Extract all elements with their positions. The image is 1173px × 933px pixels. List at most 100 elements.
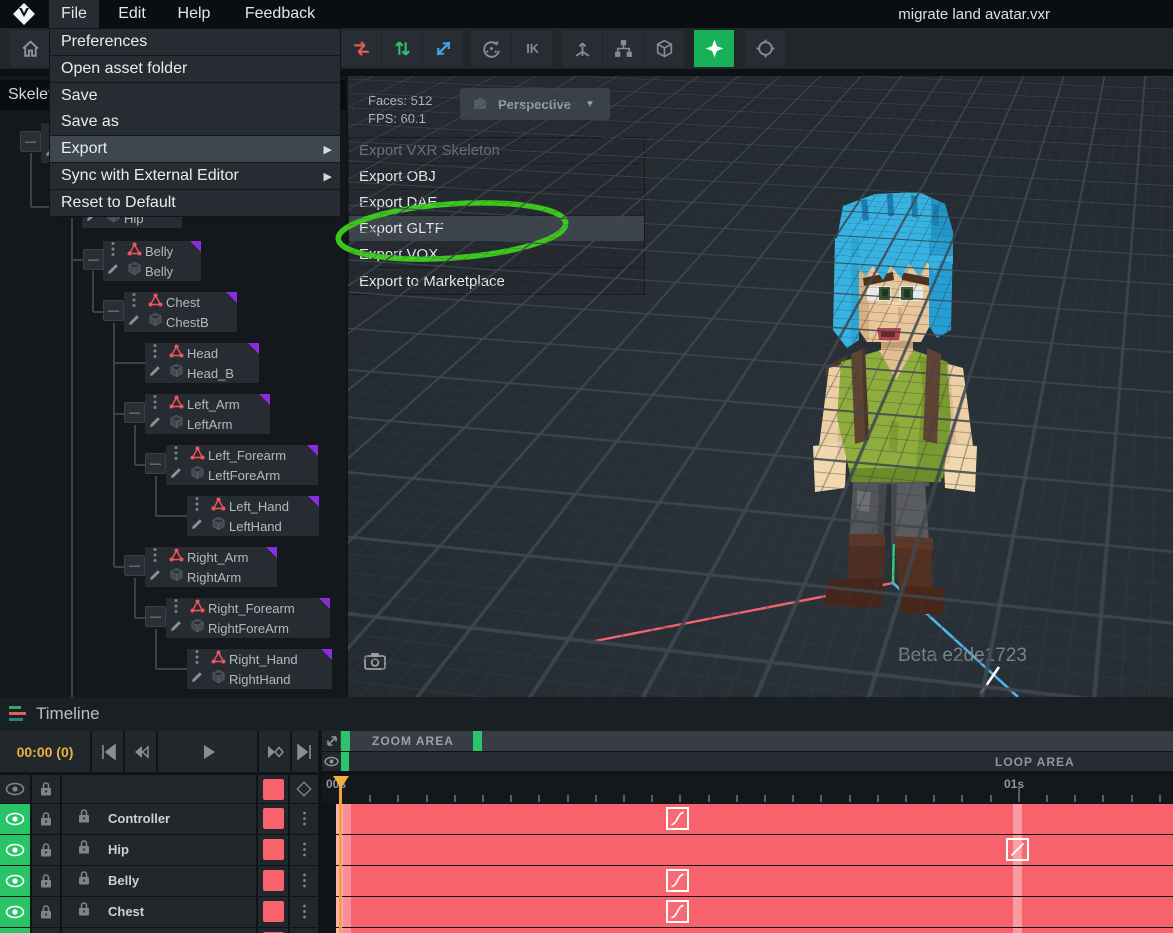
bone-lock-icon[interactable]	[77, 808, 91, 829]
skip-start-button[interactable]	[92, 731, 123, 772]
bone-row[interactable]: Chest	[124, 292, 237, 312]
mesh-row[interactable]: RightHand	[187, 669, 332, 689]
loop-eye-cell[interactable]	[322, 752, 340, 771]
track-menu-button[interactable]	[290, 804, 318, 834]
export-submenu-item-export-vox[interactable]: Export VOX	[349, 242, 644, 268]
screenshot-camera-icon[interactable]	[364, 652, 386, 670]
tree-node-right_hand[interactable]: Right_HandRightHand	[187, 649, 332, 689]
tree-node-left_forearm[interactable]: Left_ForearmLeftForeArm	[166, 445, 318, 485]
cube-button[interactable]	[644, 30, 684, 67]
menubar-item-feedback[interactable]: Feedback	[230, 0, 330, 28]
track-color-swatch[interactable]	[263, 870, 284, 891]
track-eye-toggle[interactable]	[0, 866, 30, 896]
tree-node-left_hand[interactable]: Left_HandLeftHand	[187, 496, 319, 536]
keyframe-curve-icon[interactable]	[666, 807, 689, 830]
mesh-row[interactable]: LeftForeArm	[166, 465, 318, 485]
header-color[interactable]	[258, 775, 288, 803]
track-menu-button[interactable]	[290, 897, 318, 927]
rotate-button[interactable]	[471, 30, 511, 67]
tree-collapse-toggle[interactable]: —	[124, 402, 145, 423]
track-keyframe-bar[interactable]	[336, 866, 1173, 896]
timeline-menu-icon[interactable]	[9, 706, 26, 721]
bone-lock-icon[interactable]	[77, 870, 91, 891]
track-keyframe-bar[interactable]	[336, 835, 1173, 865]
track-menu-button[interactable]	[290, 866, 318, 896]
track-color-swatch[interactable]	[263, 808, 284, 829]
tree-collapse-toggle[interactable]: —	[20, 131, 41, 152]
zoom-handle-right[interactable]	[473, 731, 482, 751]
mesh-row[interactable]: RightArm	[145, 567, 277, 587]
star-button[interactable]	[694, 30, 734, 67]
bone-row[interactable]: Left_Forearm	[166, 445, 318, 465]
pivot-button[interactable]	[562, 30, 602, 67]
track-lock-toggle[interactable]	[32, 866, 60, 896]
export-submenu-item-export-to-marketplace[interactable]: Export to Marketplace	[349, 268, 644, 294]
track-keyframe-bar[interactable]	[336, 804, 1173, 834]
playhead-line[interactable]	[339, 779, 342, 933]
tree-collapse-toggle[interactable]: —	[124, 555, 145, 576]
loop-area-row[interactable]: LOOP AREA	[322, 752, 1173, 771]
track-eye-toggle[interactable]	[0, 897, 30, 927]
camera-mode-dropdown[interactable]: Perspective ▼	[460, 88, 610, 120]
bone-row[interactable]: Head	[145, 343, 259, 363]
export-submenu-item-export-gltf[interactable]: Export GLTF	[349, 216, 644, 242]
ik-button[interactable]: IK	[512, 30, 552, 67]
track-color-swatch[interactable]	[263, 839, 284, 860]
tree-node-belly[interactable]: BellyBelly	[103, 241, 201, 281]
mesh-row[interactable]: LeftHand	[187, 516, 319, 536]
diagonal-arrows-button[interactable]	[423, 30, 463, 67]
bone-row[interactable]: Left_Arm	[145, 394, 270, 414]
file-menu-item-sync-with-external-editor[interactable]: Sync with External Editor▶	[50, 163, 340, 189]
tree-node-left_arm[interactable]: Left_ArmLeftArm	[145, 394, 270, 434]
track-lock-toggle[interactable]	[32, 804, 60, 834]
file-menu-item-reset-to-default[interactable]: Reset to Default	[50, 190, 340, 216]
track-color-swatch[interactable]	[263, 779, 284, 800]
menubar-item-file[interactable]: File	[49, 0, 99, 28]
app-logo-icon[interactable]	[12, 2, 36, 26]
track-lock-toggle[interactable]	[32, 835, 60, 865]
prev-keyframe-button[interactable]	[125, 731, 156, 772]
file-menu-item-open-asset-folder[interactable]: Open asset folder	[50, 56, 340, 82]
menubar-item-help[interactable]: Help	[166, 0, 222, 28]
tree-collapse-toggle[interactable]: —	[145, 453, 166, 474]
playhead-handle[interactable]	[333, 776, 349, 788]
bone-row[interactable]: Right_Arm	[145, 547, 277, 567]
tree-collapse-toggle[interactable]: —	[103, 300, 124, 321]
avatar-3d-model[interactable]	[791, 190, 991, 620]
sort-vertical-button[interactable]	[382, 30, 422, 67]
tree-collapse-toggle[interactable]: —	[83, 249, 104, 270]
mesh-row[interactable]: ChestB	[124, 312, 237, 332]
export-submenu-item-export-dae[interactable]: Export DAE	[349, 190, 644, 216]
export-submenu-item-export-obj[interactable]: Export OBJ	[349, 164, 644, 190]
zoom-area-row[interactable]: ZOOM AREA	[322, 731, 1173, 751]
mesh-row[interactable]: RightForeArm	[166, 618, 330, 638]
loop-handle-left[interactable]	[341, 752, 349, 771]
track-lock-toggle[interactable]	[32, 897, 60, 927]
swap-horizontal-button[interactable]	[341, 30, 381, 67]
track-eye-toggle[interactable]	[0, 928, 30, 933]
bone-lock-icon[interactable]	[77, 901, 91, 922]
bone-row[interactable]: Right_Forearm	[166, 598, 330, 618]
tree-node-chest[interactable]: ChestChestB	[124, 292, 237, 332]
header-lock[interactable]	[32, 775, 60, 803]
track-eye-toggle[interactable]	[0, 804, 30, 834]
hierarchy-button[interactable]	[603, 30, 643, 67]
play-button[interactable]	[158, 731, 257, 772]
track-keyframe-bar[interactable]	[336, 928, 1173, 933]
keyframe-curve-icon[interactable]	[1006, 838, 1029, 861]
skip-end-button[interactable]	[292, 731, 318, 772]
bone-row[interactable]: Belly	[103, 241, 201, 261]
next-keyframe-button[interactable]	[259, 731, 290, 772]
mesh-row[interactable]: Head_B	[145, 363, 259, 383]
menubar-item-edit[interactable]: Edit	[107, 0, 157, 28]
track-keyframe-bar[interactable]	[336, 897, 1173, 927]
track-eye-toggle[interactable]	[0, 835, 30, 865]
bone-lock-icon[interactable]	[77, 839, 91, 860]
keyframe-curve-icon[interactable]	[666, 869, 689, 892]
mesh-row[interactable]: Belly	[103, 261, 201, 281]
track-lock-toggle[interactable]	[32, 928, 60, 933]
file-menu-item-export[interactable]: Export▶	[50, 136, 340, 162]
track-menu-button[interactable]	[290, 928, 318, 933]
header-keyframe[interactable]	[290, 775, 318, 803]
track-menu-button[interactable]	[290, 835, 318, 865]
